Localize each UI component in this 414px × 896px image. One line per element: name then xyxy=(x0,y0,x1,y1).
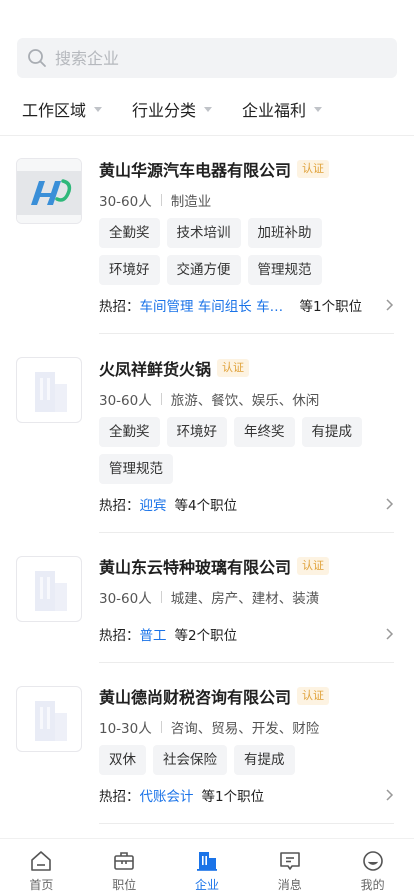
separator xyxy=(160,591,162,603)
certified-badge: 认证 xyxy=(297,160,330,178)
filter-benefits[interactable]: 企业福利 xyxy=(242,97,323,121)
hot-jobs-link[interactable]: 代账会计 xyxy=(140,785,194,805)
bottom-tab-bar: 首页 职位 企业 消息 我的 xyxy=(0,838,414,896)
company-industry: 咨询、贸易、开发、财险 xyxy=(170,721,320,737)
benefit-tags: 全勤奖 技术培训 加班补助 环境好 交通方便 管理规范 xyxy=(99,218,394,292)
message-icon xyxy=(279,852,300,870)
filter-work-area[interactable]: 工作区域 xyxy=(22,97,103,121)
briefcase-icon xyxy=(114,852,134,870)
benefit-tag: 加班补助 xyxy=(247,218,322,248)
company-name: 黄山德尚财税咨询有限公司 xyxy=(99,688,292,707)
chevron-right-icon xyxy=(386,628,394,640)
building-placeholder-icon xyxy=(35,571,67,611)
benefit-tag: 管理规范 xyxy=(99,454,173,484)
caret-down-icon xyxy=(314,106,323,112)
caret-down-icon xyxy=(94,106,103,112)
chevron-right-icon xyxy=(386,299,394,311)
filter-industry[interactable]: 行业分类 xyxy=(132,97,213,121)
divider xyxy=(99,662,394,663)
benefit-tag: 全勤奖 xyxy=(99,417,160,447)
tab-label: 消息 xyxy=(277,878,302,892)
tab-jobs[interactable]: 职位 xyxy=(83,839,166,896)
building-placeholder-icon xyxy=(35,701,67,741)
company-name: 火凤祥鲜货火锅 xyxy=(99,360,212,379)
benefit-tag: 技术培训 xyxy=(166,218,241,248)
tab-label: 首页 xyxy=(29,878,54,892)
company-industry: 旅游、餐饮、娱乐、休闲 xyxy=(170,393,320,409)
tab-label: 我的 xyxy=(360,878,385,892)
filter-label: 工作区域 xyxy=(22,101,87,120)
separator xyxy=(160,194,162,206)
job-count: 等2个职位 xyxy=(174,628,238,644)
chevron-right-icon xyxy=(386,498,394,510)
caret-down-icon xyxy=(204,106,213,112)
hy-logo-icon xyxy=(17,159,81,223)
hot-jobs-label: 热招： xyxy=(99,299,140,315)
benefit-tag: 有提成 xyxy=(234,745,295,775)
benefit-tag: 管理规范 xyxy=(247,255,322,285)
home-icon xyxy=(31,851,52,871)
benefit-tag: 全勤奖 xyxy=(99,218,160,248)
divider xyxy=(99,532,394,533)
benefit-tag: 年终奖 xyxy=(234,417,295,447)
company-name: 黄山华源汽车电器有限公司 xyxy=(99,161,292,180)
company-industry: 制造业 xyxy=(170,194,212,210)
hot-jobs-label: 热招： xyxy=(99,628,140,644)
hot-jobs-link[interactable]: 迎宾 xyxy=(140,494,167,514)
profile-icon xyxy=(362,851,383,871)
job-count: 等1个职位 xyxy=(201,789,265,805)
tab-label: 职位 xyxy=(112,878,137,892)
benefit-tag: 环境好 xyxy=(166,417,227,447)
certified-badge: 认证 xyxy=(217,359,250,377)
filter-bar: 工作区域 行业分类 企业福利 xyxy=(0,92,414,126)
certified-badge: 认证 xyxy=(297,687,330,705)
hot-jobs-label: 热招： xyxy=(99,498,140,514)
hot-jobs-label: 热招： xyxy=(99,789,140,805)
divider xyxy=(99,333,394,334)
hot-jobs-row[interactable]: 热招： 普工 等2个职位 xyxy=(99,623,394,645)
filter-label: 企业福利 xyxy=(242,101,307,120)
benefit-tags: 双休 社会保险 有提成 xyxy=(99,745,394,782)
filter-label: 行业分类 xyxy=(132,101,197,120)
company-logo xyxy=(16,686,82,752)
hot-jobs-row[interactable]: 热招： 代账会计 等1个职位 xyxy=(99,784,394,806)
job-count: 等1个职位 xyxy=(299,299,363,315)
benefit-tag: 环境好 xyxy=(99,255,160,285)
chevron-right-icon xyxy=(386,789,394,801)
benefit-tag: 交通方便 xyxy=(166,255,241,285)
hot-jobs-link[interactable]: 车间管理 车间组长 车间... xyxy=(140,295,292,315)
company-logo xyxy=(16,556,82,622)
tab-home[interactable]: 首页 xyxy=(0,839,83,896)
tab-companies[interactable]: 企业 xyxy=(166,839,249,896)
separator xyxy=(160,721,162,733)
tab-profile[interactable]: 我的 xyxy=(331,839,414,896)
company-size: 30-60人 xyxy=(99,393,152,409)
benefit-tags: 全勤奖 环境好 年终奖 有提成 管理规范 xyxy=(99,417,394,491)
divider xyxy=(0,135,414,136)
company-logo xyxy=(16,158,82,224)
tab-messages[interactable]: 消息 xyxy=(248,839,331,896)
benefit-tag: 有提成 xyxy=(301,417,362,447)
company-logo xyxy=(16,357,82,423)
divider xyxy=(99,823,394,824)
company-size: 30-60人 xyxy=(99,591,152,607)
company-size: 10-30人 xyxy=(99,721,152,737)
separator xyxy=(160,393,162,405)
tab-label: 企业 xyxy=(194,878,219,892)
certified-badge: 认证 xyxy=(297,557,330,575)
benefit-tag: 双休 xyxy=(99,745,146,775)
company-size: 30-60人 xyxy=(99,194,152,210)
search-icon xyxy=(28,49,46,67)
company-industry: 城建、房产、建材、装潢 xyxy=(170,591,320,607)
search-input[interactable] xyxy=(55,48,375,68)
job-count: 等4个职位 xyxy=(174,498,238,514)
company-name: 黄山东云特种玻璃有限公司 xyxy=(99,558,292,577)
search-bar[interactable] xyxy=(17,38,397,78)
building-placeholder-icon xyxy=(35,372,67,412)
company-icon xyxy=(196,852,217,871)
hot-jobs-row[interactable]: 热招： 车间管理 车间组长 车间... 等1个职位 xyxy=(99,294,394,316)
hot-jobs-row[interactable]: 热招： 迎宾 等4个职位 xyxy=(99,493,394,515)
hot-jobs-link[interactable]: 普工 xyxy=(140,624,167,644)
benefit-tag: 社会保险 xyxy=(153,745,227,775)
